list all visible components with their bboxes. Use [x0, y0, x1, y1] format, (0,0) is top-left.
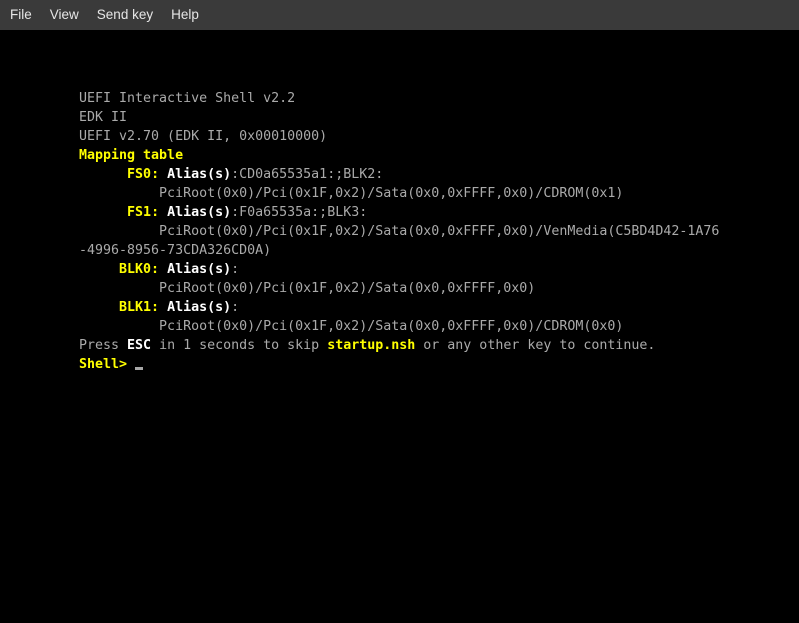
terminal-line: FS0: Alias(s):CD0a65535a1:;BLK2:	[79, 165, 799, 184]
terminal-text-segment: UEFI Interactive Shell v2.2	[79, 91, 295, 106]
terminal-text-segment: in 1 seconds to skip	[151, 338, 327, 353]
terminal-line: UEFI v2.70 (EDK II, 0x00010000)	[79, 127, 799, 146]
terminal-text-segment: PciRoot(0x0)/Pci(0x1F,0x2)/Sata(0x0,0xFF…	[79, 281, 535, 296]
menu-file[interactable]: File	[1, 0, 41, 30]
terminal-text-segment: or any other key to continue.	[415, 338, 655, 353]
text-cursor	[135, 367, 143, 370]
terminal-text-segment: -4996-8956-73CDA326CD0A)	[79, 243, 271, 258]
terminal-text-segment: EDK II	[79, 110, 127, 125]
terminal-text-segment: Shell>	[79, 357, 135, 372]
terminal-text-segment: ESC	[127, 338, 151, 353]
terminal-line: PciRoot(0x0)/Pci(0x1F,0x2)/Sata(0x0,0xFF…	[79, 222, 799, 241]
terminal-text-segment: startup.nsh	[327, 338, 415, 353]
menu-send-key[interactable]: Send key	[88, 0, 162, 30]
terminal-text-segment: BLK1:	[119, 300, 167, 315]
terminal-text-segment: :F0a65535a:;BLK3:	[231, 205, 367, 220]
terminal-line: -4996-8956-73CDA326CD0A)	[79, 241, 799, 260]
menu-help[interactable]: Help	[162, 0, 208, 30]
terminal-text-segment	[79, 262, 119, 277]
terminal-line: Shell>	[79, 355, 799, 374]
terminal-text-segment: PciRoot(0x0)/Pci(0x1F,0x2)/Sata(0x0,0xFF…	[79, 186, 623, 201]
terminal-text-segment: Alias(s)	[167, 205, 231, 220]
terminal-text-segment: BLK0:	[119, 262, 167, 277]
terminal-text-segment: FS0:	[127, 167, 167, 182]
terminal-text-segment: Alias(s)	[167, 167, 231, 182]
terminal-text-segment: UEFI v2.70 (EDK II, 0x00010000)	[79, 129, 327, 144]
terminal-line: EDK II	[79, 108, 799, 127]
terminal-line: BLK1: Alias(s):	[79, 298, 799, 317]
terminal-line: Mapping table	[79, 146, 799, 165]
menubar: File View Send key Help	[0, 0, 799, 30]
terminal-text-segment	[79, 300, 119, 315]
terminal-text-segment: FS1:	[127, 205, 167, 220]
terminal-text-segment: PciRoot(0x0)/Pci(0x1F,0x2)/Sata(0x0,0xFF…	[79, 224, 719, 239]
terminal-line: PciRoot(0x0)/Pci(0x1F,0x2)/Sata(0x0,0xFF…	[79, 279, 799, 298]
terminal-text-segment: :	[231, 262, 239, 277]
terminal-line: Press ESC in 1 seconds to skip startup.n…	[79, 336, 799, 355]
terminal-text-segment: :CD0a65535a1:;BLK2:	[231, 167, 383, 182]
terminal-line: FS1: Alias(s):F0a65535a:;BLK3:	[79, 203, 799, 222]
terminal-line: UEFI Interactive Shell v2.2	[79, 89, 799, 108]
terminal-text-segment: Press	[79, 338, 127, 353]
terminal-line: PciRoot(0x0)/Pci(0x1F,0x2)/Sata(0x0,0xFF…	[79, 184, 799, 203]
terminal-text-segment: PciRoot(0x0)/Pci(0x1F,0x2)/Sata(0x0,0xFF…	[79, 319, 623, 334]
terminal-line: PciRoot(0x0)/Pci(0x1F,0x2)/Sata(0x0,0xFF…	[79, 317, 799, 336]
terminal-text-segment: Alias(s)	[167, 300, 231, 315]
terminal-line: BLK0: Alias(s):	[79, 260, 799, 279]
terminal-text-segment: Mapping table	[79, 148, 183, 163]
terminal-text-segment: :	[231, 300, 239, 315]
menu-view[interactable]: View	[41, 0, 88, 30]
terminal-text-segment	[79, 167, 127, 182]
terminal-text-segment: Alias(s)	[167, 262, 231, 277]
terminal-text-segment	[79, 205, 127, 220]
uefi-shell-terminal[interactable]: UEFI Interactive Shell v2.2 EDK II UEFI v2…	[0, 30, 799, 623]
vm-console-window: File View Send key Help UEFI Interactive…	[0, 0, 799, 623]
